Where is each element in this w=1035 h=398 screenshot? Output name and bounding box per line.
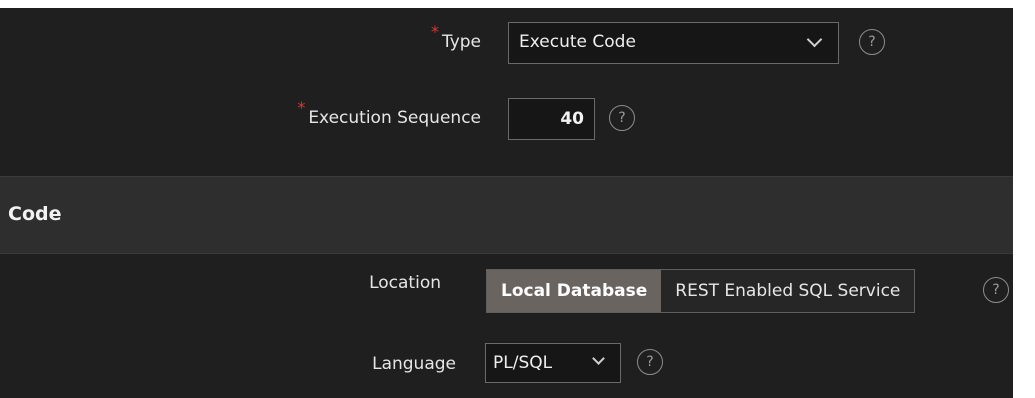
type-label-text: Type: [441, 32, 481, 52]
help-icon[interactable]: ?: [983, 277, 1009, 303]
location-option-local-database[interactable]: Local Database: [487, 270, 662, 312]
page: *Type Execute Code ? *Execution Sequence…: [0, 0, 1035, 398]
language-select-value: PL/SQL: [493, 353, 553, 373]
location-option-rest-enabled-sql-service[interactable]: REST Enabled SQL Service: [661, 270, 915, 312]
location-label: Location: [369, 273, 441, 293]
chevron-down-icon: [592, 352, 605, 365]
type-row: *Type Execute Code ?: [0, 22, 1013, 64]
top-strip: [0, 0, 1035, 8]
required-indicator: *: [430, 22, 439, 41]
language-select[interactable]: PL/SQL: [485, 343, 621, 383]
help-icon[interactable]: ?: [609, 105, 635, 131]
execution-sequence-label-text: Execution Sequence: [308, 108, 481, 128]
location-segmented-control: Local Database REST Enabled SQL Service: [486, 269, 916, 313]
type-label: *Type: [431, 22, 481, 52]
right-edge: [1013, 8, 1035, 398]
execution-sequence-label: *Execution Sequence: [297, 98, 481, 128]
code-section-header[interactable]: Code: [0, 176, 1013, 254]
execution-sequence-row: *Execution Sequence 40 ?: [0, 98, 1013, 140]
properties-panel: *Type Execute Code ? *Execution Sequence…: [0, 8, 1013, 398]
help-icon[interactable]: ?: [859, 29, 885, 55]
required-indicator: *: [297, 98, 306, 117]
help-icon[interactable]: ?: [637, 349, 663, 375]
language-label: Language: [372, 354, 456, 374]
language-row: Language PL/SQL ?: [0, 343, 1013, 383]
type-select[interactable]: Execute Code: [508, 22, 839, 64]
execution-sequence-input[interactable]: 40: [508, 98, 595, 140]
section-title: Code: [8, 203, 62, 225]
type-select-value: Execute Code: [519, 32, 636, 52]
chevron-down-icon: [806, 31, 823, 48]
